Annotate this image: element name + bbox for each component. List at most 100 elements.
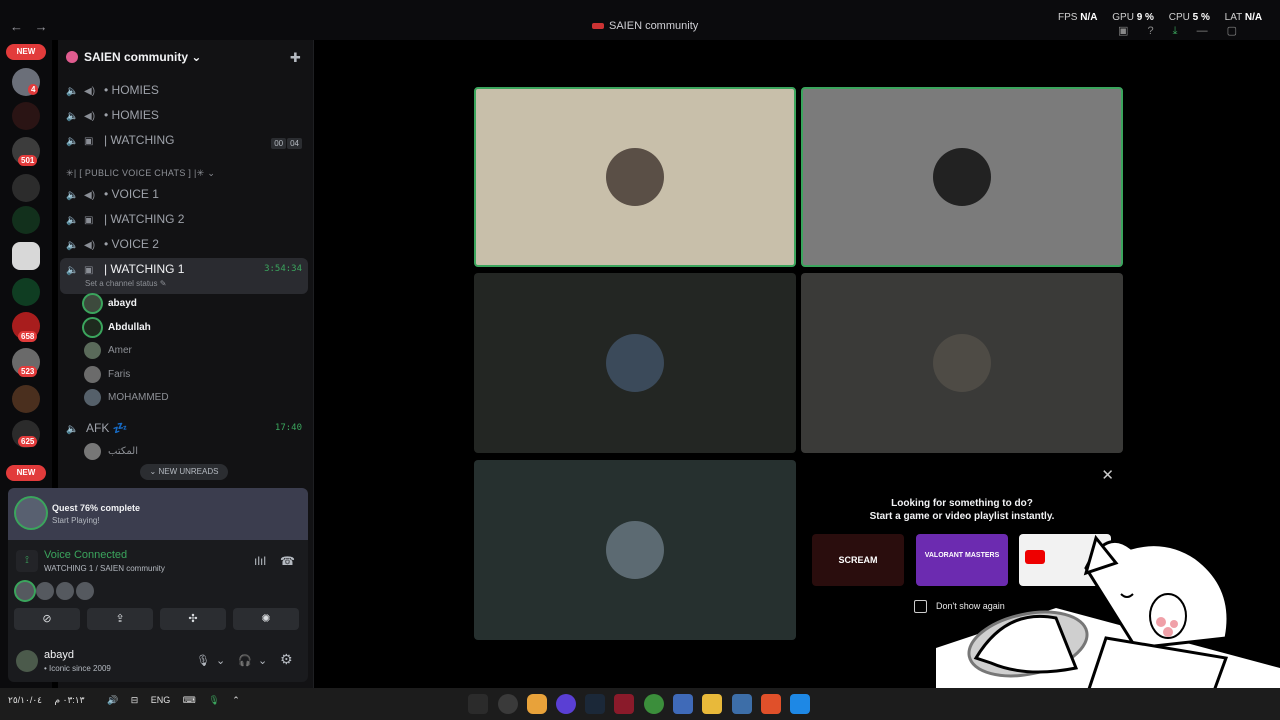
- task-manager-icon[interactable]: [498, 694, 518, 714]
- channel-voice-1[interactable]: 🔈 ◀) • VOICE 1: [60, 183, 308, 205]
- chevron-down-icon[interactable]: ⌄: [258, 654, 267, 667]
- keyboard-icon[interactable]: ⌨: [183, 695, 196, 705]
- participant-tile[interactable]: [474, 273, 796, 453]
- network-icon[interactable]: ⊟: [131, 695, 139, 705]
- windows-start-icon[interactable]: [790, 694, 810, 714]
- chevron-up-icon[interactable]: ⌃: [232, 695, 240, 705]
- soundboard-effects-icon[interactable]: ✺: [233, 608, 299, 630]
- volume-icon[interactable]: 🔊: [107, 695, 118, 705]
- channel-voice-2[interactable]: 🔈 ◀) • VOICE 2: [60, 233, 308, 255]
- store-icon[interactable]: [673, 694, 693, 714]
- chrome-icon[interactable]: [644, 694, 664, 714]
- server-icon[interactable]: [12, 278, 40, 306]
- server-icon[interactable]: [12, 174, 40, 202]
- cpu-value: 5 %: [1192, 12, 1210, 23]
- discord-icon[interactable]: [527, 694, 547, 714]
- activities-icon[interactable]: ✣: [160, 608, 226, 630]
- forward-arrow-icon[interactable]: →: [35, 19, 48, 34]
- mic-tray-icon[interactable]: 🎙: [208, 695, 219, 705]
- soundboard-icon[interactable]: ılıl: [254, 554, 266, 568]
- server-icon[interactable]: [12, 102, 40, 130]
- avatar: [933, 148, 991, 206]
- voice-location[interactable]: WATCHING 1 / SAIEN community: [44, 564, 165, 573]
- server-icon[interactable]: [12, 242, 40, 270]
- channel-homies-2[interactable]: 🔈 ◀) • HOMIES: [60, 104, 308, 126]
- microphone-icon[interactable]: 🎙: [196, 654, 210, 667]
- clock[interactable]: ٠٣:١٣ م ٢٥/١٠/٠٤: [8, 695, 94, 705]
- new-unreads-button[interactable]: ⌄ NEW UNREADS: [140, 464, 228, 480]
- quest-panel[interactable]: Quest 76% complete Start Playing!: [8, 488, 308, 540]
- server-icon[interactable]: [12, 206, 40, 234]
- signal-icon[interactable]: ⟟: [16, 550, 38, 572]
- avatar: [84, 389, 101, 406]
- headphones-icon[interactable]: 🎧: [238, 654, 252, 667]
- new-pill-top[interactable]: NEW: [6, 44, 46, 60]
- inbox-icon[interactable]: ▣: [1118, 25, 1128, 37]
- speaker-icon: 🔈: [66, 111, 79, 122]
- chevron-down-icon[interactable]: ⌄: [216, 654, 225, 667]
- volume-icon: ◀): [84, 86, 96, 97]
- channel-afk[interactable]: 🔈 AFK 💤 17:40: [60, 417, 308, 439]
- avatar: [56, 582, 74, 600]
- stage-icon: ▣: [84, 215, 94, 226]
- dont-show-again-checkbox[interactable]: [914, 600, 927, 613]
- activity-card-scream[interactable]: SCREAM: [812, 534, 904, 586]
- channel-status-prompt[interactable]: Set a channel status ✎: [85, 278, 166, 290]
- voicemeeter-icon[interactable]: [614, 694, 634, 714]
- server-header[interactable]: SAIEN community ⌄: [66, 50, 201, 64]
- file-explorer-icon[interactable]: [702, 694, 722, 714]
- channel-watching-2[interactable]: 🔈 ▣ | WATCHING 2: [60, 208, 308, 230]
- epic-games-icon[interactable]: [468, 694, 488, 714]
- volume-icon: ◀): [84, 111, 96, 122]
- settings-gear-icon[interactable]: ⚙: [280, 651, 293, 668]
- brave-icon[interactable]: [761, 694, 781, 714]
- volume-icon: ◀): [84, 190, 96, 201]
- disconnect-icon[interactable]: ☎: [280, 554, 295, 568]
- voice-status[interactable]: Voice Connected: [44, 549, 127, 561]
- title-bar: ← → SAIEN community FPS N/A GPU 9 % CPU …: [0, 0, 1280, 51]
- maximize-icon[interactable]: ▢: [1227, 25, 1237, 37]
- performance-overlay: FPS N/A GPU 9 % CPU 5 % LAT N/A: [1058, 12, 1263, 23]
- taskbar: ٠٣:١٣ م ٢٥/١٠/٠٤ 🔊 ⊟ ENG ⌨ 🎙 ⌃: [0, 688, 1280, 720]
- category-public-voice[interactable]: ✳| [ PUBLIC VOICE CHATS ] |✳ ⌄: [66, 168, 215, 179]
- avatar: [36, 582, 54, 600]
- language-indicator[interactable]: ENG: [151, 695, 171, 705]
- participant-tile[interactable]: [474, 460, 796, 640]
- back-arrow-icon[interactable]: ←: [10, 19, 23, 34]
- quest-title: Quest 76% complete: [52, 503, 141, 513]
- participant-tile[interactable]: [801, 87, 1123, 267]
- server-badge: 625: [18, 436, 38, 447]
- participant-tile[interactable]: [801, 273, 1123, 453]
- nav-buttons: ← →: [10, 19, 56, 34]
- channel-homies[interactable]: 🔈 ◀) • HOMIES: [60, 79, 308, 101]
- media-app-icon[interactable]: [556, 694, 576, 714]
- username[interactable]: abayd: [44, 649, 74, 661]
- gpu-value: 9 %: [1136, 12, 1154, 23]
- server-badge: 523: [18, 366, 38, 377]
- avatar: [84, 443, 101, 460]
- server-icon[interactable]: [12, 385, 40, 413]
- minimize-icon[interactable]: —: [1197, 25, 1208, 37]
- participant-tile[interactable]: [474, 87, 796, 267]
- channel-watching-1-active[interactable]: 🔈 ▣ | WATCHING 1 3:54:34 Set a channel sta…: [60, 258, 308, 294]
- avatar: [606, 521, 664, 579]
- new-pill-bottom[interactable]: NEW: [6, 465, 46, 481]
- server-logo-icon: [592, 23, 604, 30]
- steam-icon[interactable]: [585, 694, 605, 714]
- avatar: [76, 582, 94, 600]
- afk-timer: 17:40: [274, 423, 302, 433]
- channel-watching[interactable]: 🔈 ▣ | WATCHING 00 04: [60, 129, 308, 151]
- user-status: • Iconic since 2009: [44, 664, 111, 673]
- help-icon[interactable]: ?: [1147, 25, 1153, 37]
- vortex-icon[interactable]: [732, 694, 752, 714]
- download-icon[interactable]: ⤓: [1173, 25, 1178, 37]
- speaker-icon: 🔈: [66, 240, 79, 251]
- avatar: [606, 148, 664, 206]
- camera-off-icon[interactable]: ⊘: [14, 608, 80, 630]
- screen-share-icon[interactable]: ⇪: [87, 608, 153, 630]
- server-badge: 4: [28, 84, 39, 95]
- invite-user-icon[interactable]: ✚: [290, 50, 301, 66]
- window-title: SAIEN community: [592, 20, 698, 32]
- avatar[interactable]: [16, 650, 38, 672]
- close-icon[interactable]: ✕: [1101, 466, 1114, 484]
